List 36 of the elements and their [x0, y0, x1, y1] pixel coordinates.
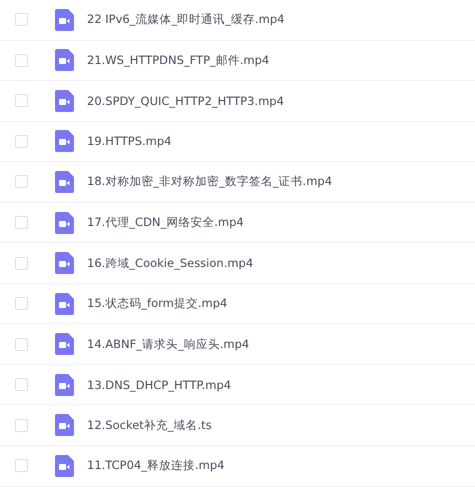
file-name[interactable]: 16.跨域_Cookie_Session.mp4 — [87, 256, 254, 271]
file-name[interactable]: 20.SPDY_QUIC_HTTP2_HTTP3.mp4 — [87, 94, 284, 108]
checkbox[interactable] — [15, 175, 28, 188]
video-file-icon — [55, 454, 74, 477]
file-name[interactable]: 14.ABNF_请求头_响应头.mp4 — [87, 336, 250, 352]
checkbox[interactable] — [15, 54, 28, 67]
file-name[interactable]: 18.对称加密_非对称加密_数字签名_证书.mp4 — [87, 174, 332, 190]
checkbox[interactable] — [15, 297, 28, 310]
video-file-icon — [55, 49, 74, 72]
video-file-icon — [55, 8, 74, 31]
file-name[interactable]: 12.Socket补充_域名.ts — [87, 418, 212, 433]
file-name[interactable]: 22 IPv6_流媒体_即时通讯_缓存.mp4 — [87, 12, 284, 28]
checkbox[interactable] — [15, 256, 28, 270]
file-name[interactable]: 17.代理_CDN_网络安全.mp4 — [87, 215, 244, 230]
video-file-icon — [55, 252, 74, 274]
video-file-icon — [55, 212, 74, 234]
checkbox[interactable] — [15, 216, 28, 229]
video-file-icon — [55, 90, 74, 112]
checkbox[interactable] — [15, 378, 28, 392]
video-file-icon — [55, 414, 74, 436]
video-file-icon — [55, 374, 74, 396]
video-file-icon — [55, 333, 74, 356]
video-file-icon — [55, 130, 74, 152]
checkbox[interactable] — [15, 94, 28, 108]
video-file-icon — [55, 292, 74, 315]
video-file-icon — [55, 170, 74, 193]
file-name[interactable]: 21.WS_HTTPDNS_FTP_邮件.mp4 — [87, 52, 270, 68]
checkbox[interactable] — [15, 338, 28, 351]
file-name[interactable]: 13.DNS_DHCP_HTTP.mp4 — [87, 378, 232, 392]
file-name[interactable]: 11.TCP04_释放连接.mp4 — [87, 458, 224, 474]
checkbox[interactable] — [15, 134, 28, 148]
checkbox[interactable] — [15, 13, 28, 26]
file-name[interactable]: 19.HTTPS.mp4 — [87, 134, 172, 148]
checkbox[interactable] — [15, 459, 28, 472]
file-name[interactable]: 15.状态码_form提交.mp4 — [87, 296, 228, 312]
checkbox[interactable] — [15, 418, 28, 432]
